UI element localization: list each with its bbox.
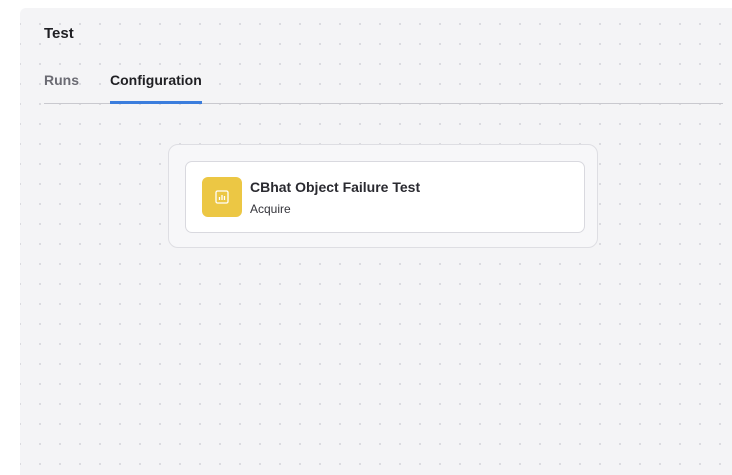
tab-runs[interactable]: Runs (44, 72, 79, 103)
node-subtitle: Acquire (250, 202, 291, 216)
node-title: CBhat Object Failure Test (250, 179, 421, 195)
tab-configuration[interactable]: Configuration (110, 72, 202, 104)
workflow-node-card[interactable]: CBhat Object Failure Test Acquire (185, 161, 585, 233)
page-canvas: Test Runs Configuration CBhat Object Fai… (20, 8, 732, 475)
chart-icon (202, 177, 242, 217)
workflow-container: CBhat Object Failure Test Acquire (168, 144, 598, 248)
tab-bar: Runs Configuration (44, 66, 723, 104)
page-title: Test (44, 25, 74, 42)
